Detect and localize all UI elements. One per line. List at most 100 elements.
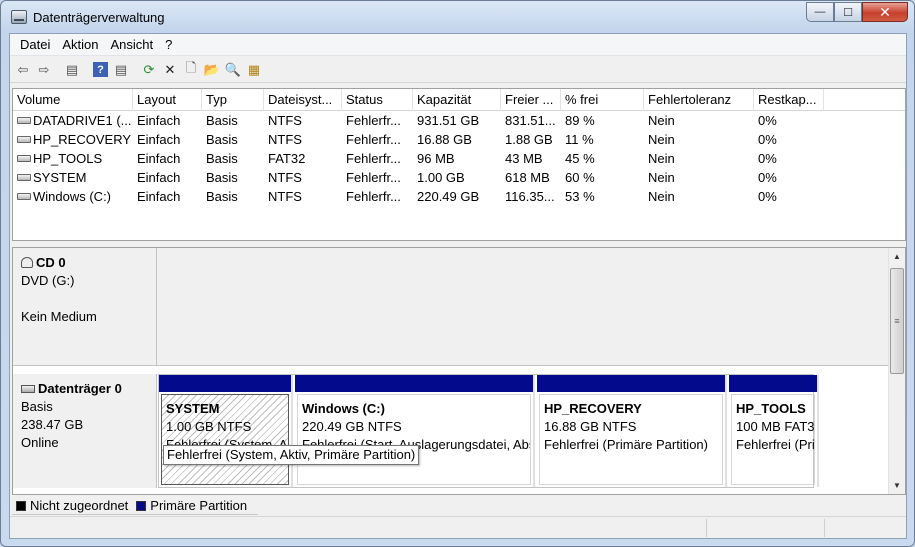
rescan-disk-icon[interactable]: ▦ [244, 60, 264, 80]
partition-name: HP_TOOLS [736, 401, 806, 416]
table-cell: 45 % [565, 151, 595, 166]
volume-name: DATADRIVE1 (... [33, 113, 132, 128]
partition-body[interactable]: HP_TOOLS 100 MB FAT32 Fehlerfrei (Primäre … [731, 394, 815, 485]
table-cell: 53 % [565, 189, 595, 204]
table-cell: 220.49 GB [417, 189, 480, 204]
partition-name: HP_RECOVERY [544, 401, 642, 416]
cd0-area[interactable] [157, 248, 889, 365]
disk-graph-content: CD 0 DVD (G:) Kein Medium Datenträger 0 … [13, 248, 889, 494]
search-icon[interactable]: 🔍 [223, 60, 243, 80]
table-row[interactable]: HP_TOOLS Einfach Basis FAT32 Fehlerfr... 96 M… [13, 149, 905, 168]
disk0-size: 238.47 GB [21, 417, 84, 432]
partition-hp-recovery[interactable]: HP_RECOVERY 16.88 GB NTFS Fehlerfrei (Prim… [537, 375, 727, 487]
partition-body[interactable]: HP_RECOVERY 16.88 GB NTFS Fehlerfrei (Prim… [539, 394, 723, 485]
partition-type-bar [537, 375, 725, 392]
table-cell: Fehlerfr... [346, 113, 401, 128]
partition-tooltip: Fehlerfrei (System, Aktiv, Primäre Parti… [163, 445, 420, 465]
table-row[interactable]: HP_RECOVERY Einfach Basis NTFS Fehlerfr... 16… [13, 130, 905, 149]
volume-icon [17, 174, 31, 181]
toolbar-separator [132, 60, 138, 80]
table-cell: 0% [758, 189, 777, 204]
back-arrow-icon[interactable]: ⇦ [13, 60, 33, 80]
table-cell: Einfach [137, 151, 181, 166]
column-header[interactable]: Restkap... [754, 89, 824, 111]
partition-body[interactable]: SYSTEM1.00 GB NTFSFehlerfrei (System, Ak… [161, 394, 289, 485]
table-row[interactable]: DATADRIVE1 (... Einfach Basis NTFS Fehlerfr.… [13, 111, 905, 130]
partition-hp-tools[interactable]: HP_TOOLS 100 MB FAT32 Fehlerfrei (Primäre … [729, 375, 819, 487]
window-title: Datenträgerverwaltung [33, 10, 165, 25]
minimize-button[interactable]: — [806, 2, 834, 22]
help-icon[interactable]: ? [93, 62, 108, 77]
table-cell: 831.51... [505, 113, 556, 128]
forward-arrow-icon[interactable]: ⇨ [34, 60, 54, 80]
column-header[interactable]: % frei [561, 89, 644, 111]
table-cell: Einfach [137, 113, 181, 128]
disk-management-app-icon [11, 10, 27, 24]
cd0-type: DVD (G:) [21, 273, 75, 288]
open-folder-icon[interactable]: 📂 [202, 60, 222, 80]
refresh-icon[interactable]: ⟳ [139, 60, 159, 80]
menu-datei[interactable]: Datei [14, 37, 56, 52]
partition-windows-c[interactable]: Windows (C:)220.49 GB NTFSFehlerfrei (St… [295, 375, 535, 487]
scroll-up-arrow-icon[interactable]: ▲ [889, 248, 905, 265]
table-cell: Windows (C:) [13, 187, 133, 206]
partition-body[interactable]: Windows (C:)220.49 GB NTFSFehlerfrei (St… [297, 394, 531, 485]
scroll-down-arrow-icon[interactable]: ▼ [889, 477, 905, 494]
table-cell: 16.88 GB [417, 132, 472, 147]
column-header[interactable]: Dateisyst... [264, 89, 342, 111]
partition-name: SYSTEM [166, 401, 220, 416]
menu-aktion[interactable]: Aktion [56, 37, 104, 52]
disk0-state: Online [21, 435, 59, 450]
volume-icon [17, 155, 31, 162]
table-cell: Basis [206, 113, 238, 128]
column-header[interactable]: Kapazität [413, 89, 501, 111]
close-button[interactable]: ✕ [862, 2, 908, 22]
console-tree-icon[interactable]: ▤ [62, 60, 82, 80]
scroll-thumb[interactable]: ≡ [890, 268, 904, 374]
menu-ansicht[interactable]: Ansicht [105, 37, 160, 52]
status-pane-1 [706, 519, 824, 537]
table-cell: Nein [648, 132, 675, 147]
table-cell: Fehlerfr... [346, 170, 401, 185]
partition-status: Fehlerfrei (Primäre Partition) [736, 437, 815, 452]
column-header[interactable]: Volume [13, 89, 133, 111]
disk-separator [13, 365, 889, 373]
partition-size: 16.88 GB NTFS [544, 419, 637, 434]
hard-disk-icon [21, 385, 35, 393]
table-row[interactable]: SYSTEM Einfach Basis NTFS Fehlerfr... 1.00 GB… [13, 168, 905, 187]
column-header[interactable]: Status [342, 89, 413, 111]
menu-help[interactable]: ? [159, 37, 178, 52]
partition-name: Windows (C:) [302, 401, 385, 416]
table-cell: FAT32 [268, 151, 306, 166]
table-row[interactable]: Windows (C:) Einfach Basis NTFS Fehlerfr... 2… [13, 187, 905, 206]
maximize-button[interactable]: ☐ [834, 2, 862, 22]
table-cell: 0% [758, 132, 777, 147]
disk0-type: Basis [21, 399, 53, 414]
table-cell: 931.51 GB [417, 113, 480, 128]
column-header[interactable]: Freier ... [501, 89, 561, 111]
partition-system[interactable]: SYSTEM1.00 GB NTFSFehlerfrei (System, Ak… [159, 375, 293, 487]
properties-icon[interactable]: 🗋 [181, 60, 201, 80]
partition-type-bar [159, 375, 291, 392]
volume-name: HP_RECOVERY [33, 132, 132, 147]
view-icon[interactable]: ▤ [111, 60, 131, 80]
volume-rows: DATADRIVE1 (... Einfach Basis NTFS Fehlerfr.… [13, 111, 905, 206]
table-cell: 89 % [565, 113, 595, 128]
disk0-name: Datenträger 0 [38, 381, 122, 396]
graph-vertical-scrollbar[interactable]: ▲ ≡ ▼ [888, 248, 905, 494]
legend-label-unallocated: Nicht zugeordnet [30, 498, 129, 513]
legend-swatch-unallocated [16, 501, 26, 511]
delete-icon[interactable]: ✕ [160, 60, 180, 80]
column-header[interactable]: Typ [202, 89, 264, 111]
table-cell: NTFS [268, 170, 302, 185]
title-bar[interactable]: Datenträgerverwaltung — ☐ ✕ [1, 1, 914, 33]
column-header[interactable]: Fehlertoleranz [644, 89, 754, 111]
table-cell: Basis [206, 170, 238, 185]
disk0-label[interactable]: Datenträger 0 Basis 238.47 GB Online [13, 374, 157, 488]
column-header[interactable]: Layout [133, 89, 202, 111]
table-cell: DATADRIVE1 (... [13, 111, 133, 130]
cd0-label[interactable]: CD 0 DVD (G:) Kein Medium [13, 248, 157, 365]
volume-icon [17, 193, 31, 200]
partition-size: 100 MB FAT32 [736, 419, 815, 434]
window-controls: — ☐ ✕ [806, 2, 908, 22]
